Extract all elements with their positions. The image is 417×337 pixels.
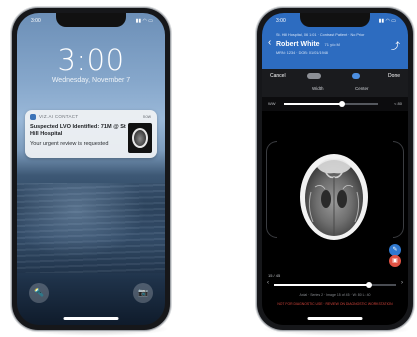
slice-slider-fill (274, 284, 370, 286)
ct-image-viewport[interactable]: ✎ ✆ (262, 111, 408, 273)
home-indicator[interactable] (63, 317, 119, 320)
viewer-screen: 3:00 ▮▮ ◠ ▭ ‹ St. Hill Hospital, 06 1:01… (262, 13, 408, 325)
wallpaper-sea (17, 183, 165, 273)
window-slider-handle[interactable] (339, 100, 346, 107)
right-phone: 3:00 ▮▮ ◠ ▭ ‹ St. Hill Hospital, 06 1:01… (257, 8, 413, 330)
status-icons: ▮▮ ◠ ▭ (135, 18, 153, 24)
flashlight-button[interactable]: 🔦 (29, 283, 49, 303)
status-time: 3:00 (31, 18, 41, 24)
slice-slider[interactable] (274, 281, 396, 288)
window-slider-value: < 80 (394, 101, 402, 106)
status-time: 3:00 (276, 18, 286, 24)
notification-time: now (142, 114, 151, 119)
series-info: Axial · Series 2 · Image 15 of 45 · W: 8… (299, 293, 371, 297)
viewport-bracket-left (266, 141, 277, 238)
chevron-right-icon[interactable]: › (401, 280, 403, 286)
notification-body: Your urgent review is requested (30, 141, 109, 147)
patient-name: Robert White (276, 41, 320, 48)
patient-header: 3:00 ▮▮ ◠ ▭ ‹ St. Hill Hospital, 06 1:01… (262, 13, 408, 69)
patient-name-row: Robert White 71 y/o M (276, 41, 340, 48)
viewer-footer: ▣ 15 / 45 ‹ › Axial · Series 2 · Image 1… (262, 255, 408, 325)
back-icon[interactable]: ‹ (268, 37, 271, 48)
viewport-bracket-right (393, 141, 404, 238)
diagnostic-warning: NOT FOR DIAGNOSTIC USE · REVIEW ON DIAGN… (277, 302, 393, 306)
window-slider-fill (284, 103, 343, 105)
brain-scan-image (132, 128, 148, 148)
center-toggle[interactable] (352, 73, 360, 79)
window-toolbar: Cancel Done Width Center (262, 69, 408, 97)
done-button[interactable]: Done (388, 73, 400, 79)
share-icon[interactable]: ⤴ (391, 39, 400, 52)
ct-brain-scan (300, 154, 368, 240)
chevron-left-icon[interactable]: ‹ (267, 280, 269, 286)
center-label: Center (355, 86, 369, 91)
patient-ids: MRN: 1234 · DOB: 01/01/1948 (276, 51, 328, 55)
left-phone: 3:00 ▮▮ ◠ ▭ 3:00 Wednesday, November 7 V… (12, 8, 170, 330)
gallery-action-button[interactable]: ▣ (389, 255, 401, 267)
lock-date: Wednesday, November 7 (51, 77, 131, 84)
home-indicator[interactable] (307, 317, 363, 320)
camera-button[interactable]: 📷 (133, 283, 153, 303)
window-slider-label: WW (268, 101, 276, 106)
notification-title: Suspected LVO Identified: 71M @ St Hill … (30, 124, 126, 137)
status-icons: ▮▮ ◠ ▭ (378, 18, 396, 24)
lock-screen: 3:00 ▮▮ ◠ ▭ 3:00 Wednesday, November 7 V… (17, 13, 165, 325)
width-label: Width (312, 86, 324, 91)
status-bar: 3:00 ▮▮ ◠ ▭ (31, 18, 153, 26)
patient-demographics: 71 y/o M (324, 42, 340, 47)
window-slider[interactable] (284, 100, 378, 107)
study-meta: St. Hill Hospital, 06 1:01 · Contrast Pa… (276, 33, 365, 37)
status-bar: 3:00 ▮▮ ◠ ▭ (276, 18, 396, 26)
app-icon (30, 114, 36, 120)
ct-thumbnail (128, 123, 152, 153)
lock-clock: 3:00 (57, 43, 125, 77)
notification-app-name: VIZ.AI CONTACT (39, 114, 79, 119)
window-width-slider-row: WW < 80 (262, 97, 408, 111)
slice-slider-handle[interactable] (366, 281, 373, 288)
width-toggle[interactable] (307, 73, 321, 79)
slice-label: 15 / 45 (268, 273, 281, 278)
cancel-button[interactable]: Cancel (270, 73, 286, 79)
notification-card[interactable]: VIZ.AI CONTACT now Suspected LVO Identif… (25, 110, 157, 158)
